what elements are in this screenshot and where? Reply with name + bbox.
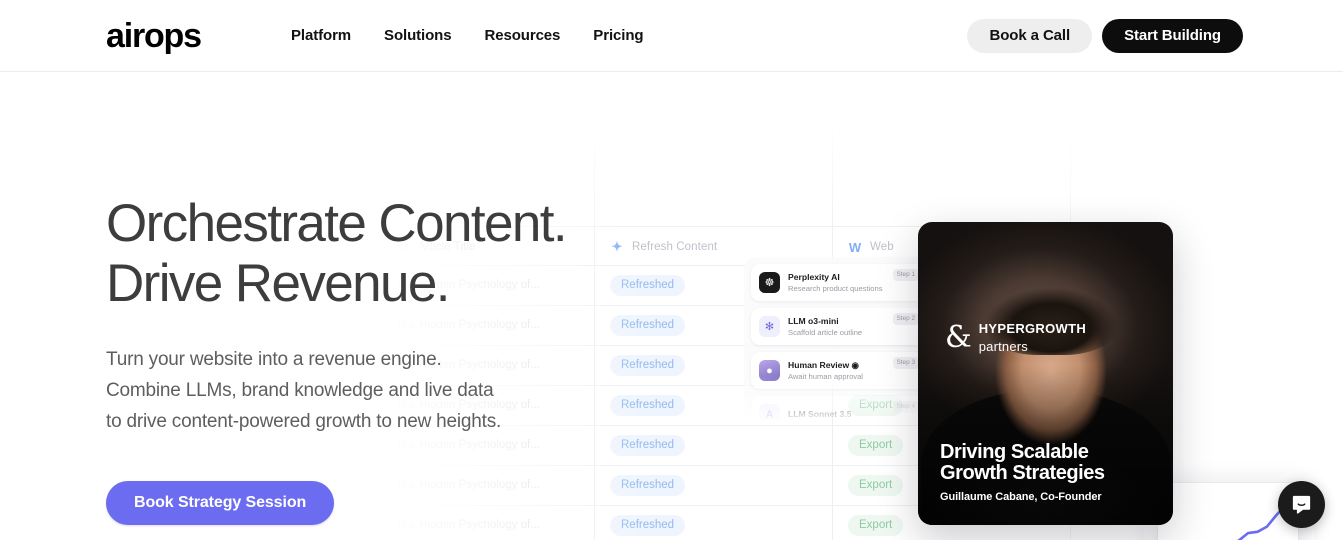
caption-line-1: Driving Scalable: [940, 441, 1089, 463]
openai-icon: ✻: [759, 316, 780, 337]
growth-chart-card: [1158, 483, 1298, 540]
headline-line-1: Orchestrate Content.: [106, 194, 568, 253]
status-badge: Refreshed: [610, 355, 686, 376]
workflow-step[interactable]: ✻ LLM o3-mini Scaffold article outline Step…: [751, 308, 927, 345]
nav-action-buttons: Book a Call Start Building: [967, 19, 1243, 53]
row-article-title: The Hidden Psychology of...: [396, 319, 540, 331]
top-navigation-bar: airops Platform Solutions Resources Pric…: [0, 0, 1343, 72]
caption-attribution: Guillaume Cabane, Co-Founder: [940, 491, 1102, 503]
testimonial-video-card[interactable]: & HYPERGROWTH partners Driving Scalable …: [918, 222, 1173, 525]
perplexity-icon: ☸: [759, 272, 780, 293]
page-title: Orchestrate Content. Drive Revenue.: [106, 194, 568, 314]
column-header-label: Web: [870, 241, 894, 253]
step-description: Await human approval: [788, 371, 863, 381]
avatar-icon: ●: [759, 360, 780, 381]
subheading-line-1: Turn your website into a revenue engine.: [106, 349, 442, 370]
workflow-step[interactable]: ● Human Review ◉ Await human approval Step …: [751, 352, 927, 389]
chat-bubble-icon: [1292, 495, 1311, 514]
headline-line-2: Drive Revenue.: [106, 254, 450, 313]
video-caption: Driving Scalable Growth Strategies Guill…: [940, 442, 1105, 504]
status-badge: Refreshed: [610, 475, 686, 496]
step-number-badge: Step 2: [892, 313, 919, 325]
step-name: LLM o3-mini: [788, 315, 839, 326]
subheading-line-2: Combine LLMs, brand knowledge and live d…: [106, 380, 494, 401]
nav-item-resources[interactable]: Resources: [484, 25, 560, 47]
status-badge: Refreshed: [610, 395, 686, 416]
step-name: Perplexity AI: [788, 271, 840, 282]
step-description: Scaffold article outline: [788, 327, 863, 337]
step-number-badge: Step 4: [892, 401, 919, 413]
nav-item-solutions[interactable]: Solutions: [384, 25, 452, 47]
export-badge: Export: [848, 515, 904, 536]
column-header-label: Refresh Content: [632, 241, 718, 253]
webflow-icon: W: [848, 239, 862, 255]
status-badge: Refreshed: [610, 435, 686, 456]
table-column-header[interactable]: ✦ Refresh Content: [610, 227, 718, 267]
step-name: LLM Sonnet 3.5: [788, 408, 852, 419]
airops-logo[interactable]: airops: [106, 17, 202, 55]
brand-name-top: HYPERGROWTH: [978, 321, 1087, 336]
row-article-title: The Hidden Psychology of...: [396, 519, 540, 531]
hypergrowth-partners-logo: & HYPERGROWTH partners: [945, 320, 1086, 356]
sparkle-icon: ✦: [611, 239, 623, 254]
export-badge: Export: [848, 475, 904, 496]
status-badge: Refreshed: [610, 315, 686, 336]
hero-section: Tt Article Title ✦ Refresh Content W Web The H…: [0, 72, 1343, 540]
book-a-call-button[interactable]: Book a Call: [967, 19, 1093, 53]
ampersand-mark-icon: &: [945, 320, 972, 355]
row-article-title: The Hidden Psychology of...: [396, 439, 540, 451]
nav-item-pricing[interactable]: Pricing: [593, 25, 643, 47]
row-article-title: The Hidden Psychology of...: [396, 479, 540, 491]
export-badge: Export: [848, 435, 904, 456]
status-badge: Refreshed: [610, 275, 686, 296]
step-description: Research product questions: [788, 283, 883, 293]
workflow-steps-card: ☸ Perplexity AI Research product questions…: [744, 257, 934, 422]
step-name: Human Review ◉: [788, 359, 860, 370]
step-number-badge: Step 1: [892, 269, 919, 281]
workflow-step[interactable]: ☸ Perplexity AI Research product questions…: [751, 264, 927, 301]
hero-subheading: Turn your website into a revenue engine.…: [106, 344, 501, 437]
caption-title: Driving Scalable Growth Strategies: [940, 442, 1105, 484]
intercom-launcher-button[interactable]: [1278, 481, 1325, 528]
workflow-step[interactable]: A LLM Sonnet 3.5 Step 4: [751, 396, 927, 422]
anthropic-icon: A: [759, 404, 780, 422]
step-number-badge: Step 3: [892, 357, 919, 369]
brand-name-bottom: partners: [978, 339, 1029, 354]
book-strategy-session-button[interactable]: Book Strategy Session: [106, 481, 335, 525]
status-badge: Refreshed: [610, 515, 686, 536]
brand-wordmark: HYPERGROWTH partners: [979, 320, 1086, 356]
start-building-button[interactable]: Start Building: [1102, 19, 1243, 53]
caption-line-2: Growth Strategies: [940, 462, 1105, 484]
subheading-line-3: to drive content-powered growth to new h…: [106, 411, 502, 432]
nav-item-platform[interactable]: Platform: [291, 25, 351, 47]
primary-nav-links: Platform Solutions Resources Pricing: [291, 25, 644, 47]
growth-line-chart: [1236, 503, 1288, 540]
